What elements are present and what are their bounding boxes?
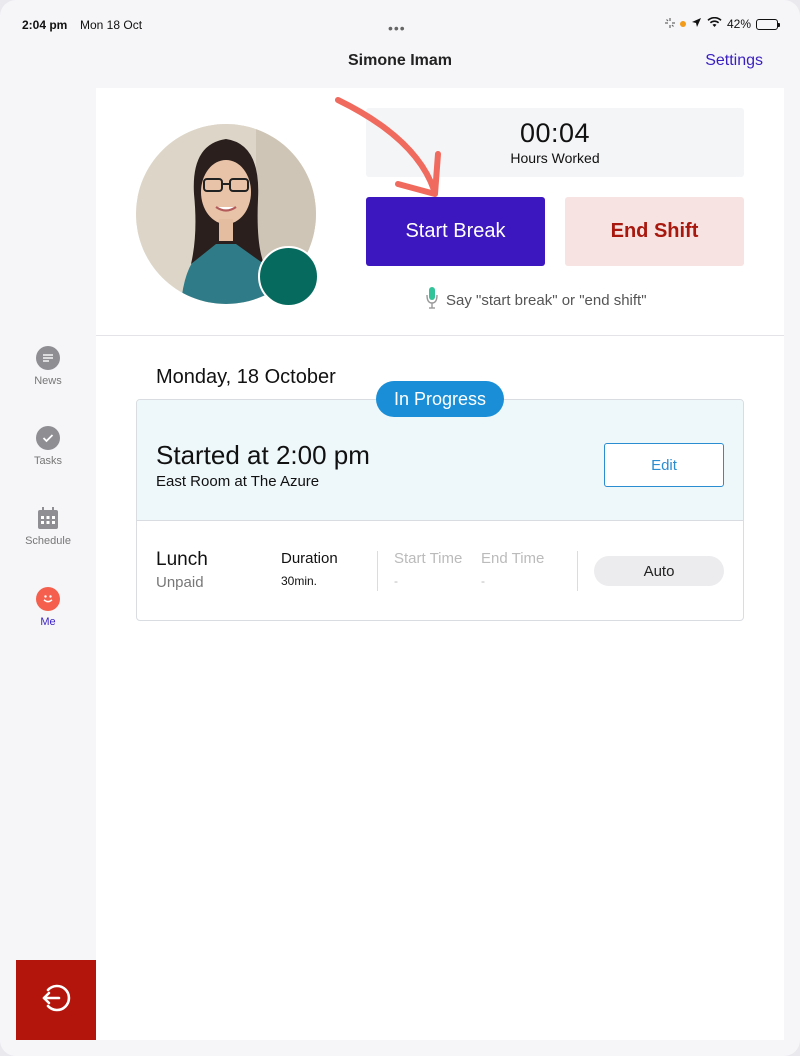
duration-value: 30min.: [281, 574, 318, 588]
calendar-icon: [36, 506, 60, 530]
news-icon: [36, 346, 60, 370]
privacy-dot: [679, 21, 686, 27]
page-title: Simone Imam: [347, 52, 453, 69]
break-mode-button[interactable]: Auto: [594, 556, 724, 586]
status-indicators: 42%: [664, 16, 780, 31]
battery-icon: [756, 18, 780, 30]
sidebar-item-label: News: [34, 375, 62, 387]
status-date: Mon 18 Oct: [80, 18, 143, 32]
loading-spinner-icon: [664, 17, 675, 31]
end-shift-button[interactable]: End Shift: [565, 197, 744, 266]
shift-summary: Started at 2:00 pm East Room at The Azur…: [137, 400, 743, 521]
voice-hint-text: Say "start break" or "end shift": [446, 291, 647, 309]
voice-hint: Say "start break" or "end shift": [426, 286, 647, 314]
logout-icon: [38, 980, 74, 1021]
shift-card: Started at 2:00 pm East Room at The Azur…: [136, 399, 744, 621]
end-time-value: -: [481, 574, 485, 588]
shift-location: East Room at The Azure: [156, 473, 320, 490]
sidebar-item-tasks[interactable]: Tasks: [0, 426, 96, 467]
microphone-icon: [426, 286, 438, 314]
battery-percent: 42%: [726, 17, 751, 31]
check-icon: [36, 426, 60, 450]
status-badge: In Progress: [376, 381, 504, 417]
divider: [96, 335, 784, 336]
sidebar-item-news[interactable]: News: [0, 346, 96, 387]
timer-label: Hours Worked: [510, 150, 600, 166]
multitask-dots-icon[interactable]: •••: [388, 20, 406, 36]
sidebar-item-schedule[interactable]: Schedule: [0, 506, 96, 547]
sidebar-item-label: Me: [40, 616, 56, 628]
online-status-dot: [258, 246, 319, 307]
start-break-button[interactable]: Start Break: [366, 197, 545, 266]
status-time: 2:04 pm: [22, 18, 68, 32]
wifi-icon: [707, 16, 722, 31]
settings-link[interactable]: Settings: [705, 52, 763, 70]
break-name: Lunch: [156, 549, 208, 570]
timer-value: 00:04: [519, 118, 591, 148]
main-panel: 00:04 Hours Worked Start Break End Shift…: [96, 88, 784, 1040]
column-separator: [577, 551, 578, 591]
shift-start-time: Started at 2:00 pm: [156, 440, 370, 470]
logout-button[interactable]: [16, 960, 96, 1040]
duration-label: Duration: [281, 550, 338, 567]
sidebar-item-label: Tasks: [33, 455, 63, 467]
edit-shift-button[interactable]: Edit: [604, 443, 724, 487]
sidebar: News Tasks Schedule Me: [0, 88, 96, 1056]
column-separator: [377, 551, 378, 591]
start-time-value: -: [394, 574, 398, 588]
smiley-icon: [36, 587, 60, 611]
hours-worked-box: 00:04 Hours Worked: [366, 108, 744, 177]
break-row: Lunch Unpaid Duration 30min. Start Time …: [137, 521, 743, 620]
end-time-label: End Time: [481, 550, 545, 567]
break-type: Unpaid: [156, 574, 204, 591]
sidebar-item-me[interactable]: Me: [0, 587, 96, 628]
start-time-label: Start Time: [394, 550, 463, 567]
sidebar-item-label: Schedule: [25, 535, 71, 547]
app-window: 2:04 pm Mon 18 Oct ••• 42% Simone Imam S…: [0, 0, 800, 1056]
location-arrow-icon: [691, 17, 702, 31]
shift-date: Monday, 18 October: [156, 366, 336, 388]
